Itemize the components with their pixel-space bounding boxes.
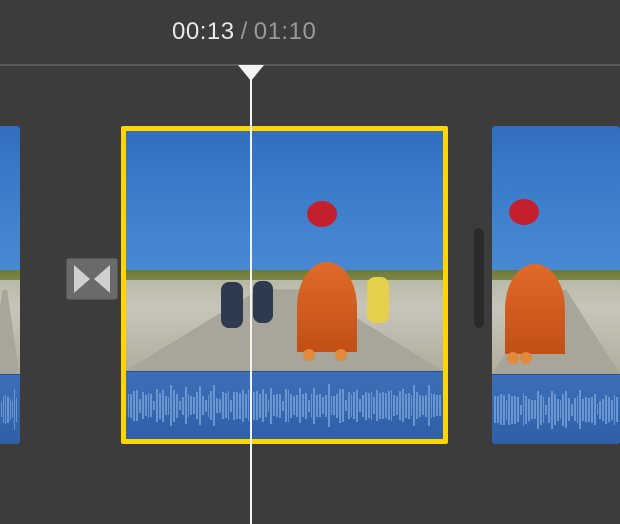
clip-previous[interactable] [0, 126, 20, 444]
timeline[interactable] [0, 64, 620, 524]
clip-thumbnail [0, 126, 20, 374]
timecode-display: 00:13 / 01:10 [0, 0, 620, 64]
clip-selected[interactable] [121, 126, 449, 444]
audio-waveform[interactable] [0, 374, 20, 444]
audio-waveform[interactable] [492, 374, 620, 444]
timecode-separator: / [241, 18, 248, 46]
clip-thumbnail [492, 126, 620, 374]
timecode-current: 00:13 [172, 18, 235, 46]
clip-next[interactable] [492, 126, 620, 444]
timecode-total: 01:10 [254, 18, 317, 46]
clip-edge-handle[interactable] [474, 228, 484, 328]
transition-crossfade-icon[interactable] [66, 258, 118, 300]
clip-thumbnail [126, 131, 444, 371]
audio-waveform[interactable] [126, 371, 444, 439]
playhead-head-icon [238, 65, 264, 81]
